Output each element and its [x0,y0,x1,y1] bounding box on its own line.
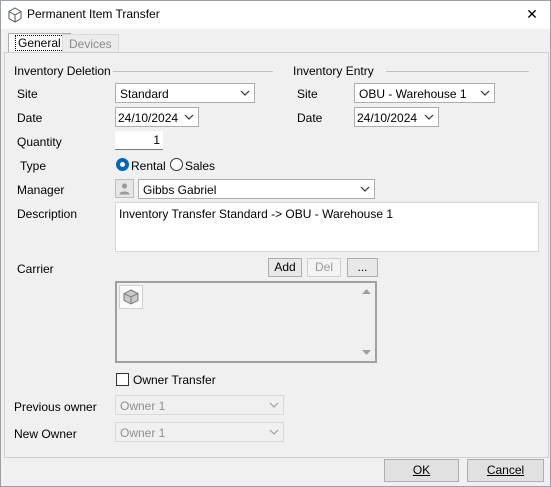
tab-general-label: General [15,35,64,51]
scroll-up-icon[interactable] [361,287,372,295]
carrier-list[interactable] [115,281,377,363]
chevron-down-icon [424,114,434,120]
close-button[interactable]: ✕ [514,1,550,29]
new-owner-value: Owner 1 [120,426,166,440]
scroll-down-icon[interactable] [361,349,372,357]
general-panel: Inventory Deletion Inventory Entry Site … [4,52,549,458]
box-icon [123,289,139,305]
cancel-label: Cancel [486,463,525,477]
ok-button[interactable]: OK [384,459,459,482]
cube-icon [8,7,22,23]
add-carrier-button[interactable]: Add [268,258,302,277]
deletion-site-value: Standard [120,87,169,101]
deletion-site-label: Site [17,87,38,101]
quantity-label: Quantity [17,135,62,149]
previous-owner-value: Owner 1 [120,399,166,413]
chevron-down-icon [184,114,194,120]
carrier-label: Carrier [17,262,54,276]
cancel-button[interactable]: Cancel [467,459,544,482]
owner-transfer-checkbox[interactable] [116,373,129,386]
manager-label: Manager [17,183,65,197]
chevron-down-icon [480,90,490,96]
person-icon [119,183,130,195]
entry-site-value: OBU - Warehouse 1 [359,87,467,101]
new-owner-select[interactable]: Owner 1 [115,422,284,442]
ok-label: OK [412,463,431,477]
quantity-value: 1 [153,133,160,147]
entry-site-select[interactable]: OBU - Warehouse 1 [354,83,495,103]
quantity-input[interactable]: 1 [115,131,163,150]
chevron-down-icon [269,429,279,435]
previous-owner-select[interactable]: Owner 1 [115,395,284,415]
description-textarea[interactable]: Inventory Transfer Standard -> OBU - War… [115,202,539,252]
chevron-down-icon [269,402,279,408]
chevron-down-icon [360,186,370,192]
description-label: Description [17,207,78,221]
carrier-scrollbar[interactable] [358,283,375,361]
inventory-deletion-header: Inventory Deletion [14,64,111,78]
manager-lookup-button[interactable] [115,179,134,198]
dialog-window: Permanent Item Transfer ✕ General Device… [0,0,551,487]
entry-date-label: Date [297,111,323,125]
title-bar: Permanent Item Transfer ✕ [1,1,550,29]
carrier-more-button[interactable]: ... [347,258,378,277]
deletion-divider [113,71,273,72]
deletion-date-value: 24/10/2024 [118,111,179,125]
window-title: Permanent Item Transfer [27,7,160,21]
sales-label[interactable]: Sales [185,159,215,173]
sales-radio[interactable] [170,158,183,171]
delete-carrier-button[interactable]: Del [307,258,341,277]
entry-site-label: Site [297,87,318,101]
manager-select[interactable]: Gibbs Gabriel [138,179,375,199]
new-owner-label: New Owner [14,427,77,441]
deletion-site-select[interactable]: Standard [115,83,255,103]
deletion-date-picker[interactable]: 24/10/2024 [115,107,199,127]
deletion-date-label: Date [17,111,43,125]
entry-divider [386,71,529,72]
previous-owner-label: Previous owner [14,400,97,414]
manager-value: Gibbs Gabriel [143,183,217,197]
entry-date-value: 24/10/2024 [357,111,418,125]
description-value: Inventory Transfer Standard -> OBU - War… [119,207,394,221]
carrier-item[interactable] [119,285,143,309]
inventory-entry-header: Inventory Entry [293,64,374,78]
tab-devices[interactable]: Devices [62,34,119,53]
rental-label[interactable]: Rental [131,159,166,173]
entry-date-picker[interactable]: 24/10/2024 [354,107,439,127]
rental-radio[interactable] [116,158,129,171]
type-label: Type [20,159,47,173]
chevron-down-icon [240,90,250,96]
tab-devices-label: Devices [69,37,112,51]
owner-transfer-label[interactable]: Owner Transfer [133,373,216,387]
close-icon: ✕ [526,6,538,22]
